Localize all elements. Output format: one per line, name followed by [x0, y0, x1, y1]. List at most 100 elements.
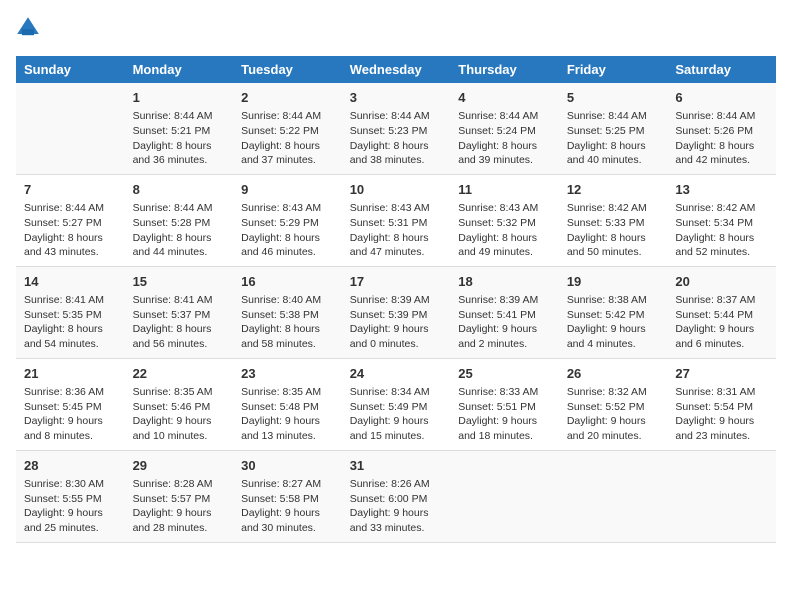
day-number: 17 — [350, 273, 443, 291]
header-cell-wednesday: Wednesday — [342, 56, 451, 83]
week-row-0: 1 Sunrise: 8:44 AMSunset: 5:21 PMDaylight… — [16, 83, 776, 174]
calendar-body: 1 Sunrise: 8:44 AMSunset: 5:21 PMDaylight… — [16, 83, 776, 542]
day-number: 15 — [133, 273, 226, 291]
day-number: 21 — [24, 365, 117, 383]
day-cell: 27 Sunrise: 8:31 AMSunset: 5:54 PMDayligh… — [667, 358, 776, 450]
day-info: Sunrise: 8:28 AMSunset: 5:57 PMDaylight:… — [133, 477, 226, 536]
day-number: 13 — [675, 181, 768, 199]
day-info: Sunrise: 8:43 AMSunset: 5:31 PMDaylight:… — [350, 201, 443, 260]
logo — [16, 16, 44, 40]
day-cell: 20 Sunrise: 8:37 AMSunset: 5:44 PMDayligh… — [667, 266, 776, 358]
day-info: Sunrise: 8:27 AMSunset: 5:58 PMDaylight:… — [241, 477, 334, 536]
day-cell: 25 Sunrise: 8:33 AMSunset: 5:51 PMDayligh… — [450, 358, 559, 450]
day-info: Sunrise: 8:39 AMSunset: 5:41 PMDaylight:… — [458, 293, 551, 352]
day-info: Sunrise: 8:44 AMSunset: 5:25 PMDaylight:… — [567, 109, 660, 168]
day-info: Sunrise: 8:30 AMSunset: 5:55 PMDaylight:… — [24, 477, 117, 536]
day-number: 25 — [458, 365, 551, 383]
day-info: Sunrise: 8:39 AMSunset: 5:39 PMDaylight:… — [350, 293, 443, 352]
page-header — [16, 16, 776, 40]
day-info: Sunrise: 8:40 AMSunset: 5:38 PMDaylight:… — [241, 293, 334, 352]
day-info: Sunrise: 8:42 AMSunset: 5:34 PMDaylight:… — [675, 201, 768, 260]
day-number: 19 — [567, 273, 660, 291]
day-cell — [16, 83, 125, 174]
day-info: Sunrise: 8:32 AMSunset: 5:52 PMDaylight:… — [567, 385, 660, 444]
header-cell-saturday: Saturday — [667, 56, 776, 83]
header-cell-sunday: Sunday — [16, 56, 125, 83]
calendar-table: SundayMondayTuesdayWednesdayThursdayFrid… — [16, 56, 776, 543]
day-cell — [559, 450, 668, 542]
day-cell: 5 Sunrise: 8:44 AMSunset: 5:25 PMDaylight… — [559, 83, 668, 174]
day-cell: 24Sunrise: 8:34 AMSunset: 5:49 PMDayligh… — [342, 358, 451, 450]
day-number: 30 — [241, 457, 334, 475]
day-info: Sunrise: 8:36 AMSunset: 5:45 PMDaylight:… — [24, 385, 117, 444]
day-cell: 26 Sunrise: 8:32 AMSunset: 5:52 PMDayligh… — [559, 358, 668, 450]
day-number: 9 — [241, 181, 334, 199]
day-number: 14 — [24, 273, 117, 291]
day-cell: 10 Sunrise: 8:43 AMSunset: 5:31 PMDayligh… — [342, 174, 451, 266]
day-cell: 7 Sunrise: 8:44 AMSunset: 5:27 PMDaylight… — [16, 174, 125, 266]
day-cell: 18 Sunrise: 8:39 AMSunset: 5:41 PMDayligh… — [450, 266, 559, 358]
day-cell: 14 Sunrise: 8:41 AMSunset: 5:35 PMDayligh… — [16, 266, 125, 358]
day-number: 22 — [133, 365, 226, 383]
day-info: Sunrise: 8:41 AMSunset: 5:35 PMDaylight:… — [24, 293, 117, 352]
day-info: Sunrise: 8:38 AMSunset: 5:42 PMDaylight:… — [567, 293, 660, 352]
day-info: Sunrise: 8:42 AMSunset: 5:33 PMDaylight:… — [567, 201, 660, 260]
day-number: 5 — [567, 89, 660, 107]
day-info: Sunrise: 8:43 AMSunset: 5:32 PMDaylight:… — [458, 201, 551, 260]
day-info: Sunrise: 8:41 AMSunset: 5:37 PMDaylight:… — [133, 293, 226, 352]
header-cell-thursday: Thursday — [450, 56, 559, 83]
day-cell: 3 Sunrise: 8:44 AMSunset: 5:23 PMDaylight… — [342, 83, 451, 174]
day-number: 23 — [241, 365, 334, 383]
week-row-1: 7 Sunrise: 8:44 AMSunset: 5:27 PMDaylight… — [16, 174, 776, 266]
day-number: 26 — [567, 365, 660, 383]
day-cell: 4Sunrise: 8:44 AMSunset: 5:24 PMDaylight… — [450, 83, 559, 174]
day-info: Sunrise: 8:33 AMSunset: 5:51 PMDaylight:… — [458, 385, 551, 444]
week-row-4: 28Sunrise: 8:30 AMSunset: 5:55 PMDayligh… — [16, 450, 776, 542]
day-info: Sunrise: 8:44 AMSunset: 5:28 PMDaylight:… — [133, 201, 226, 260]
header-cell-friday: Friday — [559, 56, 668, 83]
day-info: Sunrise: 8:43 AMSunset: 5:29 PMDaylight:… — [241, 201, 334, 260]
day-info: Sunrise: 8:35 AMSunset: 5:46 PMDaylight:… — [133, 385, 226, 444]
day-number: 18 — [458, 273, 551, 291]
day-info: Sunrise: 8:44 AMSunset: 5:27 PMDaylight:… — [24, 201, 117, 260]
day-info: Sunrise: 8:44 AMSunset: 5:22 PMDaylight:… — [241, 109, 334, 168]
day-cell: 21 Sunrise: 8:36 AMSunset: 5:45 PMDayligh… — [16, 358, 125, 450]
day-cell: 17 Sunrise: 8:39 AMSunset: 5:39 PMDayligh… — [342, 266, 451, 358]
day-cell: 13 Sunrise: 8:42 AMSunset: 5:34 PMDayligh… — [667, 174, 776, 266]
day-cell: 28Sunrise: 8:30 AMSunset: 5:55 PMDayligh… — [16, 450, 125, 542]
day-number: 27 — [675, 365, 768, 383]
day-number: 16 — [241, 273, 334, 291]
header-cell-monday: Monday — [125, 56, 234, 83]
day-number: 2 — [241, 89, 334, 107]
day-number: 3 — [350, 89, 443, 107]
day-number: 20 — [675, 273, 768, 291]
day-info: Sunrise: 8:44 AMSunset: 5:26 PMDaylight:… — [675, 109, 768, 168]
calendar-header: SundayMondayTuesdayWednesdayThursdayFrid… — [16, 56, 776, 83]
day-cell: 6Sunrise: 8:44 AMSunset: 5:26 PMDaylight… — [667, 83, 776, 174]
day-info: Sunrise: 8:31 AMSunset: 5:54 PMDaylight:… — [675, 385, 768, 444]
day-cell: 16 Sunrise: 8:40 AMSunset: 5:38 PMDayligh… — [233, 266, 342, 358]
day-cell: 31Sunrise: 8:26 AMSunset: 6:00 PMDayligh… — [342, 450, 451, 542]
day-cell: 1 Sunrise: 8:44 AMSunset: 5:21 PMDaylight… — [125, 83, 234, 174]
week-row-2: 14 Sunrise: 8:41 AMSunset: 5:35 PMDayligh… — [16, 266, 776, 358]
day-info: Sunrise: 8:37 AMSunset: 5:44 PMDaylight:… — [675, 293, 768, 352]
day-number: 11 — [458, 181, 551, 199]
day-cell: 29 Sunrise: 8:28 AMSunset: 5:57 PMDayligh… — [125, 450, 234, 542]
day-cell — [667, 450, 776, 542]
day-info: Sunrise: 8:44 AMSunset: 5:21 PMDaylight:… — [133, 109, 226, 168]
day-number: 12 — [567, 181, 660, 199]
day-cell: 19 Sunrise: 8:38 AMSunset: 5:42 PMDayligh… — [559, 266, 668, 358]
day-number: 24 — [350, 365, 443, 383]
week-row-3: 21 Sunrise: 8:36 AMSunset: 5:45 PMDayligh… — [16, 358, 776, 450]
day-number: 29 — [133, 457, 226, 475]
day-info: Sunrise: 8:26 AMSunset: 6:00 PMDaylight:… — [350, 477, 443, 536]
day-cell: 22 Sunrise: 8:35 AMSunset: 5:46 PMDayligh… — [125, 358, 234, 450]
day-cell — [450, 450, 559, 542]
day-number: 1 — [133, 89, 226, 107]
day-info: Sunrise: 8:44 AMSunset: 5:23 PMDaylight:… — [350, 109, 443, 168]
logo-icon — [16, 16, 40, 40]
day-number: 7 — [24, 181, 117, 199]
day-number: 10 — [350, 181, 443, 199]
day-cell: 8Sunrise: 8:44 AMSunset: 5:28 PMDaylight… — [125, 174, 234, 266]
day-cell: 11 Sunrise: 8:43 AMSunset: 5:32 PMDayligh… — [450, 174, 559, 266]
